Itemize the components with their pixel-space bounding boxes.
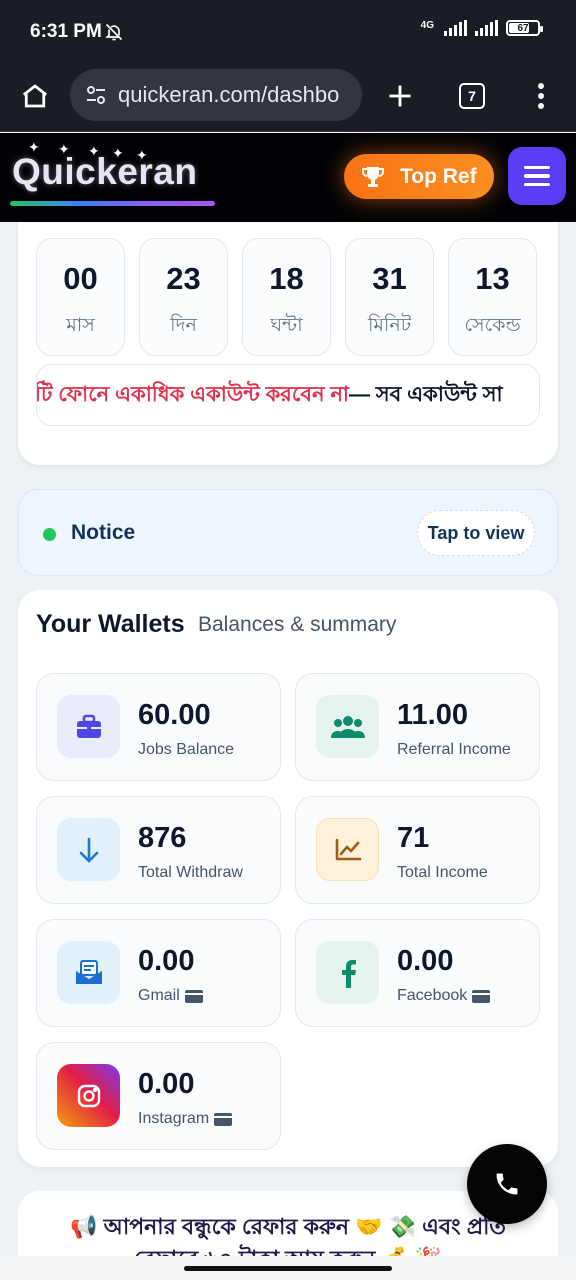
wallets-card: Your Wallets Balances & summary 60.00 Jo… [18,590,558,1167]
countdown-box-seconds: 13 সেকেন্ড [448,238,537,356]
wallet-gmail[interactable]: 0.00 Gmail [36,919,281,1027]
instagram-icon [57,1064,120,1127]
signal-icon-2 [475,20,498,36]
refer-text-line1: 📢 আপনার বন্ধুকে রেফার করুন 🤝 💸 এবং প্রতি [70,1214,506,1239]
plus-icon [389,85,411,107]
wallet-label: Jobs Balance [138,741,235,758]
wallet-value: 0.00 [397,945,454,977]
home-icon [22,84,48,108]
status-bar: 6:31 PM 4G 67 [0,0,576,60]
wallet-label: Gmail [138,987,203,1005]
bell-off-icon [105,23,123,41]
signal-icon [444,20,467,36]
battery-icon: 67 [506,20,543,36]
status-icons: 4G 67 [420,20,543,36]
briefcase-icon [57,695,120,758]
home-button[interactable] [13,74,57,118]
credit-card-icon [214,1112,233,1126]
countdown-card: 00 মাস 23 দিন 18 ঘন্টা 31 মিনিট 13 সেকেন্ড টি… [18,222,558,465]
wallet-referral-income[interactable]: 11.00 Referral Income [295,673,540,781]
credit-card-icon [472,989,491,1003]
facebook-icon [316,941,379,1004]
arrow-down-icon [57,818,120,881]
countdown-box-days: 23 দিন [139,238,228,356]
status-dot-icon [43,528,56,541]
countdown-row: 00 মাস 23 দিন 18 ঘন্টা 31 মিনিট 13 সেকেন্ড [36,238,537,356]
wallet-label: Referral Income [397,741,511,758]
new-tab-button[interactable] [378,74,422,118]
wallet-value: 0.00 [138,1068,195,1100]
chart-line-icon [316,818,379,881]
notice-title: Notice [71,521,136,544]
site-settings-icon[interactable] [84,83,108,107]
wallet-value: 60.00 [138,699,211,731]
tab-count: 7 [459,83,485,109]
page-content: 00 মাস 23 দিন 18 ঘন্টা 31 মিনিট 13 সেকেন্ড টি… [0,222,576,1260]
wallet-label: Facebook [397,987,491,1005]
envelope-icon [57,941,120,1004]
address-bar[interactable]: quickeran.com/dashbo [70,69,362,121]
warning-marquee: টি ফোনে একাধিক একাউন্ট করবেন না — সব একা… [36,364,540,426]
url-text: quickeran.com/dashbo [118,82,340,107]
call-button[interactable] [467,1144,547,1224]
top-ref-button[interactable]: Top Ref [344,154,494,199]
wallet-jobs-balance[interactable]: 60.00 Jobs Balance [36,673,281,781]
more-vert-icon [538,83,544,109]
site-logo[interactable]: Quickeran [12,151,197,193]
countdown-box-minutes: 31 মিনিট [345,238,434,356]
tab-switcher-button[interactable]: 7 [450,74,494,118]
wallet-value: 0.00 [138,945,195,977]
countdown-box-hours: 18 ঘন্টা [242,238,331,356]
trophy-icon [362,166,384,187]
wallet-value: 71 [397,822,430,854]
browser-menu-button[interactable] [519,74,563,118]
marquee-warning-text: টি ফোনে একাধিক একাউন্ট করবেন না [36,382,349,406]
wallet-value: 876 [138,822,187,854]
hamburger-menu-button[interactable] [508,147,566,205]
wallets-subtitle: Balances & summary [198,613,397,636]
site-header: ✦ ✦ ✦ ✦ ✦ Quickeran Top Ref [0,133,576,222]
network-type: 4G [420,20,434,31]
wallet-facebook[interactable]: 0.00 Facebook [295,919,540,1027]
wallets-title: Your Wallets [36,610,185,638]
countdown-box-months: 00 মাস [36,238,125,356]
users-icon [316,695,379,758]
top-ref-label: Top Ref [400,164,477,188]
credit-card-icon [184,989,203,1003]
notice-bar[interactable]: Notice Tap to view [18,489,558,576]
status-time: 6:31 PM [30,21,102,42]
logo-underline [10,201,215,206]
gesture-handle[interactable] [184,1266,392,1271]
wallet-label: Instagram [138,1110,233,1128]
wallet-instagram[interactable]: 0.00 Instagram [36,1042,281,1150]
wallet-total-income[interactable]: 71 Total Income [295,796,540,904]
phone-icon [496,1173,518,1195]
wallet-value: 11.00 [397,699,468,731]
marquee-text: — সব একাউন্ট সা [348,382,503,406]
tap-to-view-button[interactable]: Tap to view [417,510,535,556]
system-nav-bar [0,1256,576,1280]
browser-toolbar: quickeran.com/dashbo 7 [0,60,576,132]
wallet-total-withdraw[interactable]: 876 Total Withdraw [36,796,281,904]
wallet-label: Total Income [397,864,488,881]
wallet-label: Total Withdraw [138,864,243,881]
